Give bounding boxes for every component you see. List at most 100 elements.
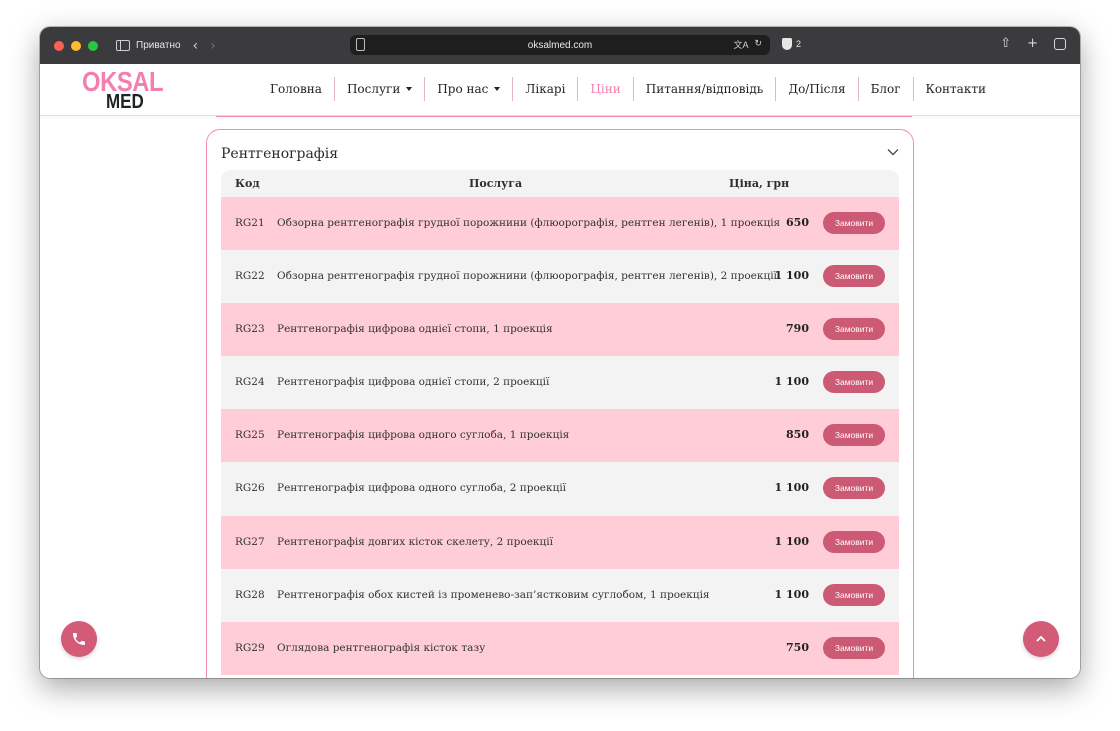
call-button[interactable] <box>61 621 97 657</box>
reload-icon[interactable]: ↻ <box>754 38 762 51</box>
service-code: RG28 <box>235 588 265 601</box>
previous-section-border <box>216 116 912 117</box>
service-name: Обзорна рентгенографія грудної порожнини… <box>277 217 781 229</box>
privacy-report-button[interactable]: 2 <box>782 38 801 50</box>
service-price: 1 100 <box>774 587 809 601</box>
service-name: Обзорна рентгенографія грудної порожнини… <box>277 270 777 283</box>
shield-icon <box>782 38 792 50</box>
service-name: Рентгенографія цифрова однієї стопи, 2 п… <box>277 376 550 389</box>
service-price: 650 <box>786 216 809 229</box>
header-price: Ціна, грн <box>729 177 790 190</box>
new-tab-icon[interactable]: + <box>1027 36 1038 51</box>
menu-label: Головна <box>270 82 322 96</box>
service-name: Рентгенографія цифрова одного суглоба, 2… <box>277 482 567 495</box>
header-code: Код <box>235 177 260 190</box>
table-row: RG24 Рентгенографія цифрова однієї стопи,… <box>221 356 899 410</box>
menu-item-home[interactable]: Головна <box>258 77 334 101</box>
chevron-down-icon <box>406 87 413 91</box>
scroll-to-top-button[interactable] <box>1023 621 1059 657</box>
service-name: Оглядова рентгенографія кісток тазу <box>277 641 486 654</box>
tabs-icon[interactable] <box>1054 38 1066 50</box>
service-code: RG22 <box>235 270 265 283</box>
site-logo[interactable]: OKSAL MED <box>82 68 164 114</box>
menu-item-doctors[interactable]: Лікарі <box>513 77 577 101</box>
browser-toolbar: Приватно ‹ › oksalmed.com 文A ↻ 2 ⇧ + <box>40 27 1080 64</box>
table-row: RG29 Оглядова рентгенографія кісток тазу 7… <box>221 621 899 675</box>
header-service: Послуга <box>469 177 523 190</box>
table-body: RG21 Обзорна рентгенографія грудної порож… <box>221 197 899 675</box>
menu-label: Про нас <box>437 82 489 96</box>
menu-label: Послуги <box>346 82 401 96</box>
menu-item-prices[interactable]: Ціни <box>578 77 632 101</box>
service-price: 1 100 <box>774 269 809 283</box>
address-bar[interactable]: oksalmed.com 文A ↻ <box>350 35 770 55</box>
close-window-button[interactable] <box>54 40 64 51</box>
table-row: RG26 Рентгенографія цифрова одного суглоб… <box>221 462 899 516</box>
menu-label: До/Після <box>788 82 846 96</box>
menu-item-about[interactable]: Про нас <box>425 77 512 101</box>
window-controls <box>54 40 98 51</box>
order-button[interactable]: Замовити <box>823 265 885 288</box>
order-button[interactable]: Замовити <box>823 212 885 234</box>
service-code: RG23 <box>235 323 265 336</box>
chevron-down-icon[interactable] <box>887 146 899 158</box>
service-code: RG26 <box>235 482 265 495</box>
table-row: RG23 Рентгенографія цифрова однієї стопи,… <box>221 303 899 357</box>
order-button[interactable]: Замовити <box>823 318 885 341</box>
table-header: Код Послуга Ціна, грн <box>221 170 899 197</box>
forward-icon[interactable]: › <box>210 38 216 54</box>
table-row: RG25 Рентгенографія цифрова одного суглоб… <box>221 409 899 463</box>
service-code: RG29 <box>235 641 265 654</box>
share-icon[interactable]: ⇧ <box>1000 36 1011 51</box>
zoom-window-button[interactable] <box>88 40 98 51</box>
service-code: RG25 <box>235 429 265 442</box>
private-label: Приватно <box>136 40 181 51</box>
table-row: RG27 Рентгенографія довгих кісток скелету… <box>221 515 899 569</box>
sidebar-toggle-button[interactable]: Приватно <box>116 40 181 51</box>
url-text: oksalmed.com <box>527 39 593 51</box>
service-name: Рентгенографія обох кистей із променево-… <box>277 588 710 601</box>
minimize-window-button[interactable] <box>71 40 81 51</box>
menu-item-faq[interactable]: Питання/відповідь <box>634 77 776 101</box>
page-icon <box>356 38 365 51</box>
service-price: 750 <box>786 640 809 654</box>
back-icon[interactable]: ‹ <box>193 38 199 54</box>
price-table: Код Послуга Ціна, грн RG21 Обзорна рентге… <box>221 170 899 675</box>
menu-label: Ціни <box>590 82 621 96</box>
table-row: RG21 Обзорна рентгенографія грудної порож… <box>221 197 899 251</box>
service-code: RG27 <box>235 535 265 548</box>
order-button[interactable]: Замовити <box>823 477 885 500</box>
order-button[interactable]: Замовити <box>823 530 885 553</box>
service-price: 790 <box>786 322 809 336</box>
menu-item-blog[interactable]: Блог <box>859 77 913 101</box>
shield-count: 2 <box>796 39 802 49</box>
menu-label: Питання/відповідь <box>645 82 764 96</box>
menu-label: Контакти <box>925 82 986 96</box>
service-name: Рентгенографія цифрова однієї стопи, 1 п… <box>277 323 553 336</box>
accordion-title[interactable]: Рентгенографія <box>221 146 338 162</box>
service-price: 1 100 <box>774 375 809 389</box>
main-menu: Головна Послуги Про нас Лікарі Ціни Пита… <box>258 77 986 101</box>
chevron-up-icon <box>1036 635 1046 642</box>
service-code: RG24 <box>235 376 265 389</box>
logo-bottom-text: MED <box>106 91 144 113</box>
service-name: Рентгенографія довгих кісток скелету, 2 … <box>277 535 553 548</box>
order-button[interactable]: Замовити <box>823 371 885 394</box>
menu-item-before-after[interactable]: До/Після <box>776 77 857 101</box>
order-button[interactable]: Замовити <box>823 636 885 659</box>
table-row: RG28 Рентгенографія обох кистей із промен… <box>221 568 899 622</box>
chevron-down-icon <box>494 87 501 91</box>
menu-label: Лікарі <box>525 82 566 96</box>
service-price: 1 100 <box>774 481 809 495</box>
order-button[interactable]: Замовити <box>823 583 885 606</box>
menu-item-services[interactable]: Послуги <box>335 77 424 101</box>
service-code: RG21 <box>235 217 265 229</box>
phone-icon <box>73 633 85 645</box>
price-accordion-xray: Рентгенографія Код Послуга Ціна, грн RG2… <box>206 129 914 678</box>
order-button[interactable]: Замовити <box>823 424 885 447</box>
browser-window: Приватно ‹ › oksalmed.com 文A ↻ 2 ⇧ + OKS… <box>40 27 1080 678</box>
service-price: 1 100 <box>774 534 809 548</box>
service-name: Рентгенографія цифрова одного суглоба, 1… <box>277 429 570 442</box>
translate-icon[interactable]: 文A <box>733 38 748 51</box>
menu-item-contacts[interactable]: Контакти <box>914 77 986 101</box>
